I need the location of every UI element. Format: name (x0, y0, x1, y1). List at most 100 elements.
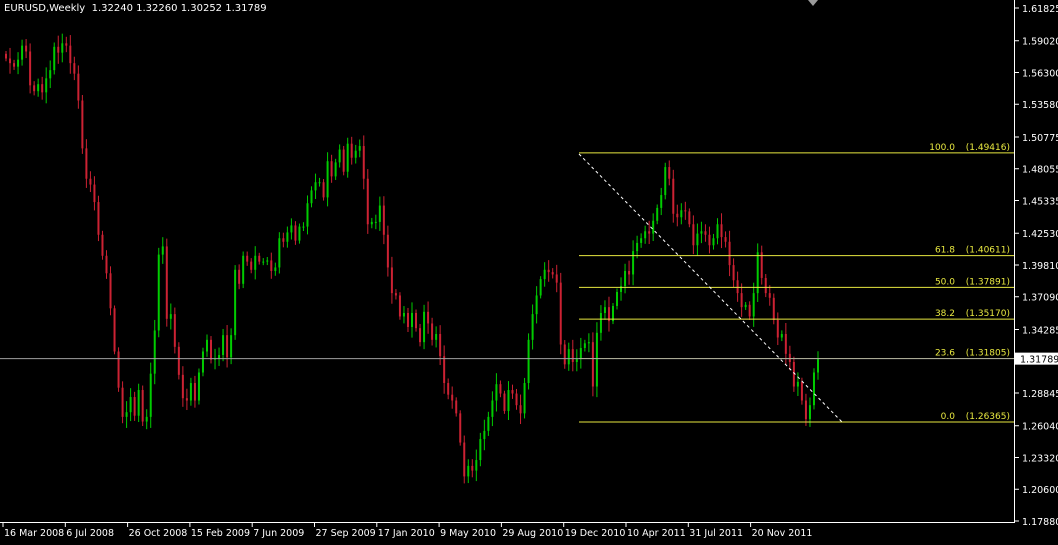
chart-shift-marker-icon[interactable] (808, 0, 818, 6)
bull-candle-body (222, 335, 225, 356)
fibonacci-trend-line[interactable] (578, 153, 844, 424)
bear-candle-body (85, 148, 88, 179)
time-label: 17 Jan 2010 (378, 528, 435, 539)
fibo-level-price: (1.26365) (966, 412, 1010, 422)
price-label: 1.61825 (1022, 4, 1058, 15)
bull-candle-body (149, 373, 152, 417)
time-label: 6 Jul 2008 (66, 528, 114, 539)
price-label: 1.23320 (1022, 453, 1058, 464)
chart-window[interactable]: 100.0 (1.49416) 61.8 (1.40611) 50.0 (1.37891)… (0, 0, 1058, 541)
bull-candle-body (266, 260, 269, 262)
bear-candle-body (81, 100, 84, 149)
bull-candle-body (507, 390, 510, 412)
price-label: 1.17880 (1022, 517, 1058, 528)
bull-candle-body (487, 416, 490, 431)
bear-candle-body (89, 178, 92, 185)
bull-candle-body (539, 279, 542, 296)
bull-candle-body (435, 333, 438, 340)
bear-candle-body (427, 311, 430, 324)
bull-candle-body (636, 242, 639, 252)
bull-candle-body (274, 267, 277, 271)
bear-candle-body (133, 397, 136, 416)
bear-candle-body (25, 45, 28, 52)
bull-candle-body (716, 224, 719, 239)
bear-candle-body (511, 390, 514, 394)
bear-candle-body (366, 178, 369, 225)
bear-candle-body (113, 308, 116, 352)
bear-candle-body (415, 312, 418, 329)
time-label: 26 Oct 2008 (129, 528, 188, 539)
bear-candle-body (419, 328, 422, 343)
price-axis[interactable]: 1.61825 1.59020 1.56300 1.53580 1.50775 1.480… (1014, 4, 1058, 528)
bull-candle-body (579, 347, 582, 359)
bear-candle-body (503, 393, 506, 412)
bull-candle-body (254, 255, 257, 270)
price-chart[interactable]: 100.0 (1.49416) 61.8 (1.40611) 50.0 (1.37891)… (0, 0, 1058, 541)
bull-candle-body (334, 162, 337, 177)
bear-candle-body (704, 231, 707, 235)
bear-candle-body (515, 393, 518, 406)
bear-candle-body (9, 58, 12, 64)
bull-candle-body (700, 231, 703, 234)
bear-candle-body (33, 85, 36, 92)
price-label: 1.20600 (1022, 485, 1058, 496)
time-label: 19 Dec 2010 (565, 528, 626, 539)
bear-candle-body (800, 381, 803, 401)
bear-candle-body (29, 51, 32, 86)
bear-candle-body (258, 255, 261, 262)
bear-candle-body (65, 43, 68, 46)
bull-candle-body (817, 358, 819, 373)
bear-candle-body (109, 273, 112, 309)
time-label: 10 Apr 2011 (627, 528, 686, 539)
bear-candle-body (13, 63, 16, 67)
bear-candle-body (250, 261, 253, 270)
price-label: 1.53580 (1022, 100, 1058, 111)
bull-candle-body (230, 335, 233, 358)
bear-candle-body (804, 400, 807, 420)
bear-candle-body (394, 293, 397, 296)
bear-candle-body (559, 282, 562, 345)
bull-candle-body (286, 232, 289, 242)
bear-candle-body (740, 293, 743, 308)
bear-candle-body (322, 182, 325, 198)
bear-candle-body (736, 280, 739, 294)
bear-candle-body (210, 339, 213, 360)
bear-candle-body (226, 335, 229, 358)
bull-candle-body (310, 190, 313, 204)
bull-candle-body (567, 349, 570, 365)
time-axis[interactable]: 16 Mar 2008 6 Jul 2008 26 Oct 2008 15 Feb 2… (2, 522, 812, 539)
bear-candle-body (447, 383, 450, 395)
bear-candle-body (69, 45, 72, 64)
fibonacci-retracement[interactable]: 100.0 (1.49416) 61.8 (1.40611) 50.0 (1.37891)… (579, 143, 1014, 423)
price-label: 1.48055 (1022, 165, 1058, 176)
bull-candle-body (402, 312, 405, 317)
bear-candle-body (672, 178, 675, 214)
close-value: 1.31789 (225, 3, 267, 14)
bull-candle-body (531, 314, 534, 340)
bull-candle-body (656, 207, 659, 221)
bull-candle-body (318, 182, 321, 184)
fibo-level-ratio: 38.2 (935, 309, 955, 319)
bull-candle-body (197, 372, 200, 401)
bear-candle-body (439, 333, 442, 357)
price-label: 1.50775 (1022, 133, 1058, 144)
bull-candle-body (664, 167, 667, 196)
bear-candle-body (784, 333, 787, 354)
bull-candle-body (125, 412, 128, 417)
fibo-level-ratio: 23.6 (935, 348, 955, 358)
bear-candle-body (776, 319, 779, 338)
price-label: 1.37090 (1022, 293, 1058, 304)
low-value: 1.30252 (180, 3, 223, 14)
bear-candle-body (764, 277, 767, 294)
bull-candle-body (374, 221, 377, 223)
bull-candle-body (201, 351, 204, 373)
bull-candle-body (61, 43, 64, 53)
bull-candle-body (712, 238, 715, 246)
fibo-level-price: (1.40611) (966, 246, 1010, 256)
bull-candle-body (535, 295, 538, 315)
bear-candle-body (732, 265, 735, 281)
bear-candle-body (141, 390, 144, 422)
time-label: 27 Sep 2009 (316, 528, 376, 539)
bull-candle-body (157, 254, 160, 331)
bull-candle-body (479, 439, 482, 461)
